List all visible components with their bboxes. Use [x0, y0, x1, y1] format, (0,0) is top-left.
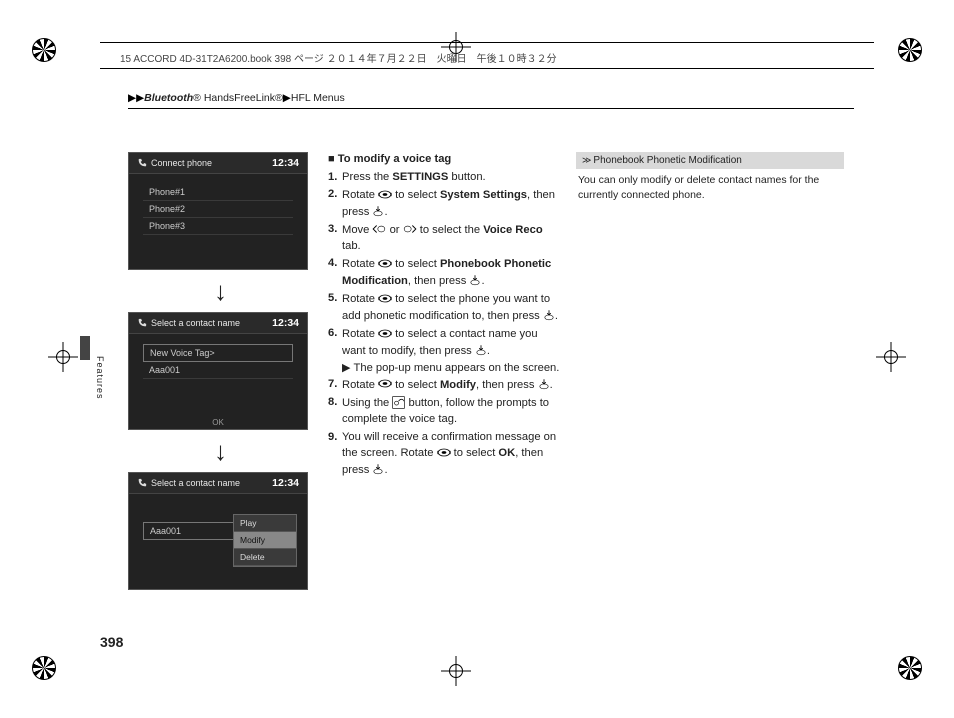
tip-header: ≫ Phonebook Phonetic Modification	[576, 152, 844, 169]
push-dial-icon	[469, 273, 481, 289]
breadcrumb-bluetooth: Bluetooth	[144, 92, 193, 104]
reg-mark: ®	[275, 92, 283, 104]
chevron-icon: ≫	[582, 155, 591, 166]
square-bullet-icon: ■	[328, 153, 338, 165]
rotate-dial-icon	[378, 256, 392, 272]
crosshair-mark	[52, 346, 74, 368]
screen-popup: Select a contact name 12:34 Aaa001 Play …	[128, 472, 308, 590]
screen-title: Connect phone	[151, 158, 212, 168]
instructions-list: Press the SETTINGS button.Rotate to sele…	[328, 170, 560, 478]
rotate-dial-icon	[378, 326, 392, 342]
rotate-dial-icon	[378, 377, 392, 393]
push-dial-icon	[543, 308, 555, 324]
instruction-step: Rotate to select a contact name you want…	[328, 326, 560, 359]
list-item: Phone#2	[143, 201, 293, 218]
bold-term: SETTINGS	[392, 171, 448, 183]
popup-item: Play	[234, 515, 296, 532]
list-item: Phone#3	[143, 218, 293, 235]
reg-mark: ®	[193, 92, 201, 104]
page-number: 398	[100, 634, 123, 650]
breadcrumb-rule	[128, 108, 854, 109]
instructions-heading: ■ To modify a voice tag	[328, 152, 560, 168]
screen-title: Select a contact name	[151, 478, 240, 488]
heading-text: To modify a voice tag	[338, 153, 452, 165]
frame-header: 15 ACCORD 4D-31T2A6200.book 398 ページ ２０１４…	[120, 50, 864, 65]
instruction-step: Rotate to select Phonebook Phonetic Modi…	[328, 256, 560, 289]
instruction-step: Rotate to select the phone you want to a…	[328, 291, 560, 324]
rotate-dial-icon	[378, 187, 392, 203]
instruction-step: Using the button, follow the prompts to …	[328, 395, 560, 427]
registration-mark	[32, 38, 56, 62]
softkey-ok: OK	[212, 418, 224, 427]
popup-item-selected: Modify	[234, 532, 296, 549]
down-arrow-icon: ↓	[128, 278, 313, 304]
breadcrumb-sep: ▶	[283, 92, 291, 104]
bold-term: Voice Reco	[483, 224, 542, 236]
crosshair-mark	[880, 346, 902, 368]
bold-term: System Settings	[440, 189, 527, 201]
move-right-icon	[403, 222, 417, 238]
rule-line	[100, 68, 874, 69]
registration-mark	[898, 656, 922, 680]
breadcrumb-hfl: HandsFreeLink	[201, 92, 275, 104]
registration-mark	[898, 38, 922, 62]
instruction-step: Move or to select the Voice Reco tab.	[328, 222, 560, 254]
push-dial-icon	[475, 343, 487, 359]
phone-icon: Select a contact name	[137, 478, 240, 488]
instruction-step: Rotate to select Modify, then press .	[328, 377, 560, 393]
push-dial-icon	[538, 377, 550, 393]
down-arrow-icon: ↓	[128, 438, 313, 464]
instruction-step: Press the SETTINGS button.	[328, 170, 560, 186]
phone-icon: Select a contact name	[137, 318, 240, 328]
registration-mark	[32, 656, 56, 680]
instruction-step: You will receive a confirmation message …	[328, 430, 560, 479]
screen-title: Select a contact name	[151, 318, 240, 328]
popup-item: Delete	[234, 549, 296, 566]
clock-label: 12:34	[272, 477, 299, 489]
phone-icon: Connect phone	[137, 158, 212, 168]
section-tab-label: Features	[95, 356, 105, 400]
instructions-column: ■ To modify a voice tag Press the SETTIN…	[328, 152, 560, 480]
list-item: Aaa001	[143, 362, 293, 379]
talk-button-icon	[392, 395, 405, 411]
screen-connect-phone: Connect phone 12:34 Phone#1 Phone#2 Phon…	[128, 152, 308, 270]
screenshots-column: Connect phone 12:34 Phone#1 Phone#2 Phon…	[128, 152, 313, 598]
bold-term: Modify	[440, 379, 476, 391]
bold-term: Phonebook Phonetic Modification	[342, 258, 551, 286]
section-tab	[80, 336, 90, 360]
clock-label: 12:34	[272, 157, 299, 169]
bold-term: OK	[498, 447, 515, 459]
push-dial-icon	[372, 204, 384, 220]
tip-header-text: Phonebook Phonetic Modification	[593, 155, 741, 166]
breadcrumb: ▶▶Bluetooth® HandsFreeLink®▶HFL Menus	[128, 92, 854, 104]
list-item: Phone#1	[143, 184, 293, 201]
crosshair-mark	[445, 660, 467, 682]
move-left-icon	[372, 222, 386, 238]
rotate-dial-icon	[437, 445, 451, 461]
screen-select-contact: Select a contact name 12:34 New Voice Ta…	[128, 312, 308, 430]
clock-label: 12:34	[272, 317, 299, 329]
breadcrumb-arrows: ▶▶	[128, 92, 144, 104]
push-dial-icon	[372, 462, 384, 478]
instruction-substep: ▶ The pop-up menu appears on the screen.	[328, 361, 560, 377]
rotate-dial-icon	[378, 291, 392, 307]
tip-body: You can only modify or delete contact na…	[576, 173, 844, 202]
breadcrumb-menus: HFL Menus	[291, 92, 345, 104]
rule-line	[100, 42, 874, 43]
popup-menu: Play Modify Delete	[233, 514, 297, 567]
list-item: New Voice Tag>	[143, 344, 293, 362]
instruction-step: Rotate to select System Settings, then p…	[328, 187, 560, 220]
tip-column: ≫ Phonebook Phonetic Modification You ca…	[576, 152, 844, 202]
